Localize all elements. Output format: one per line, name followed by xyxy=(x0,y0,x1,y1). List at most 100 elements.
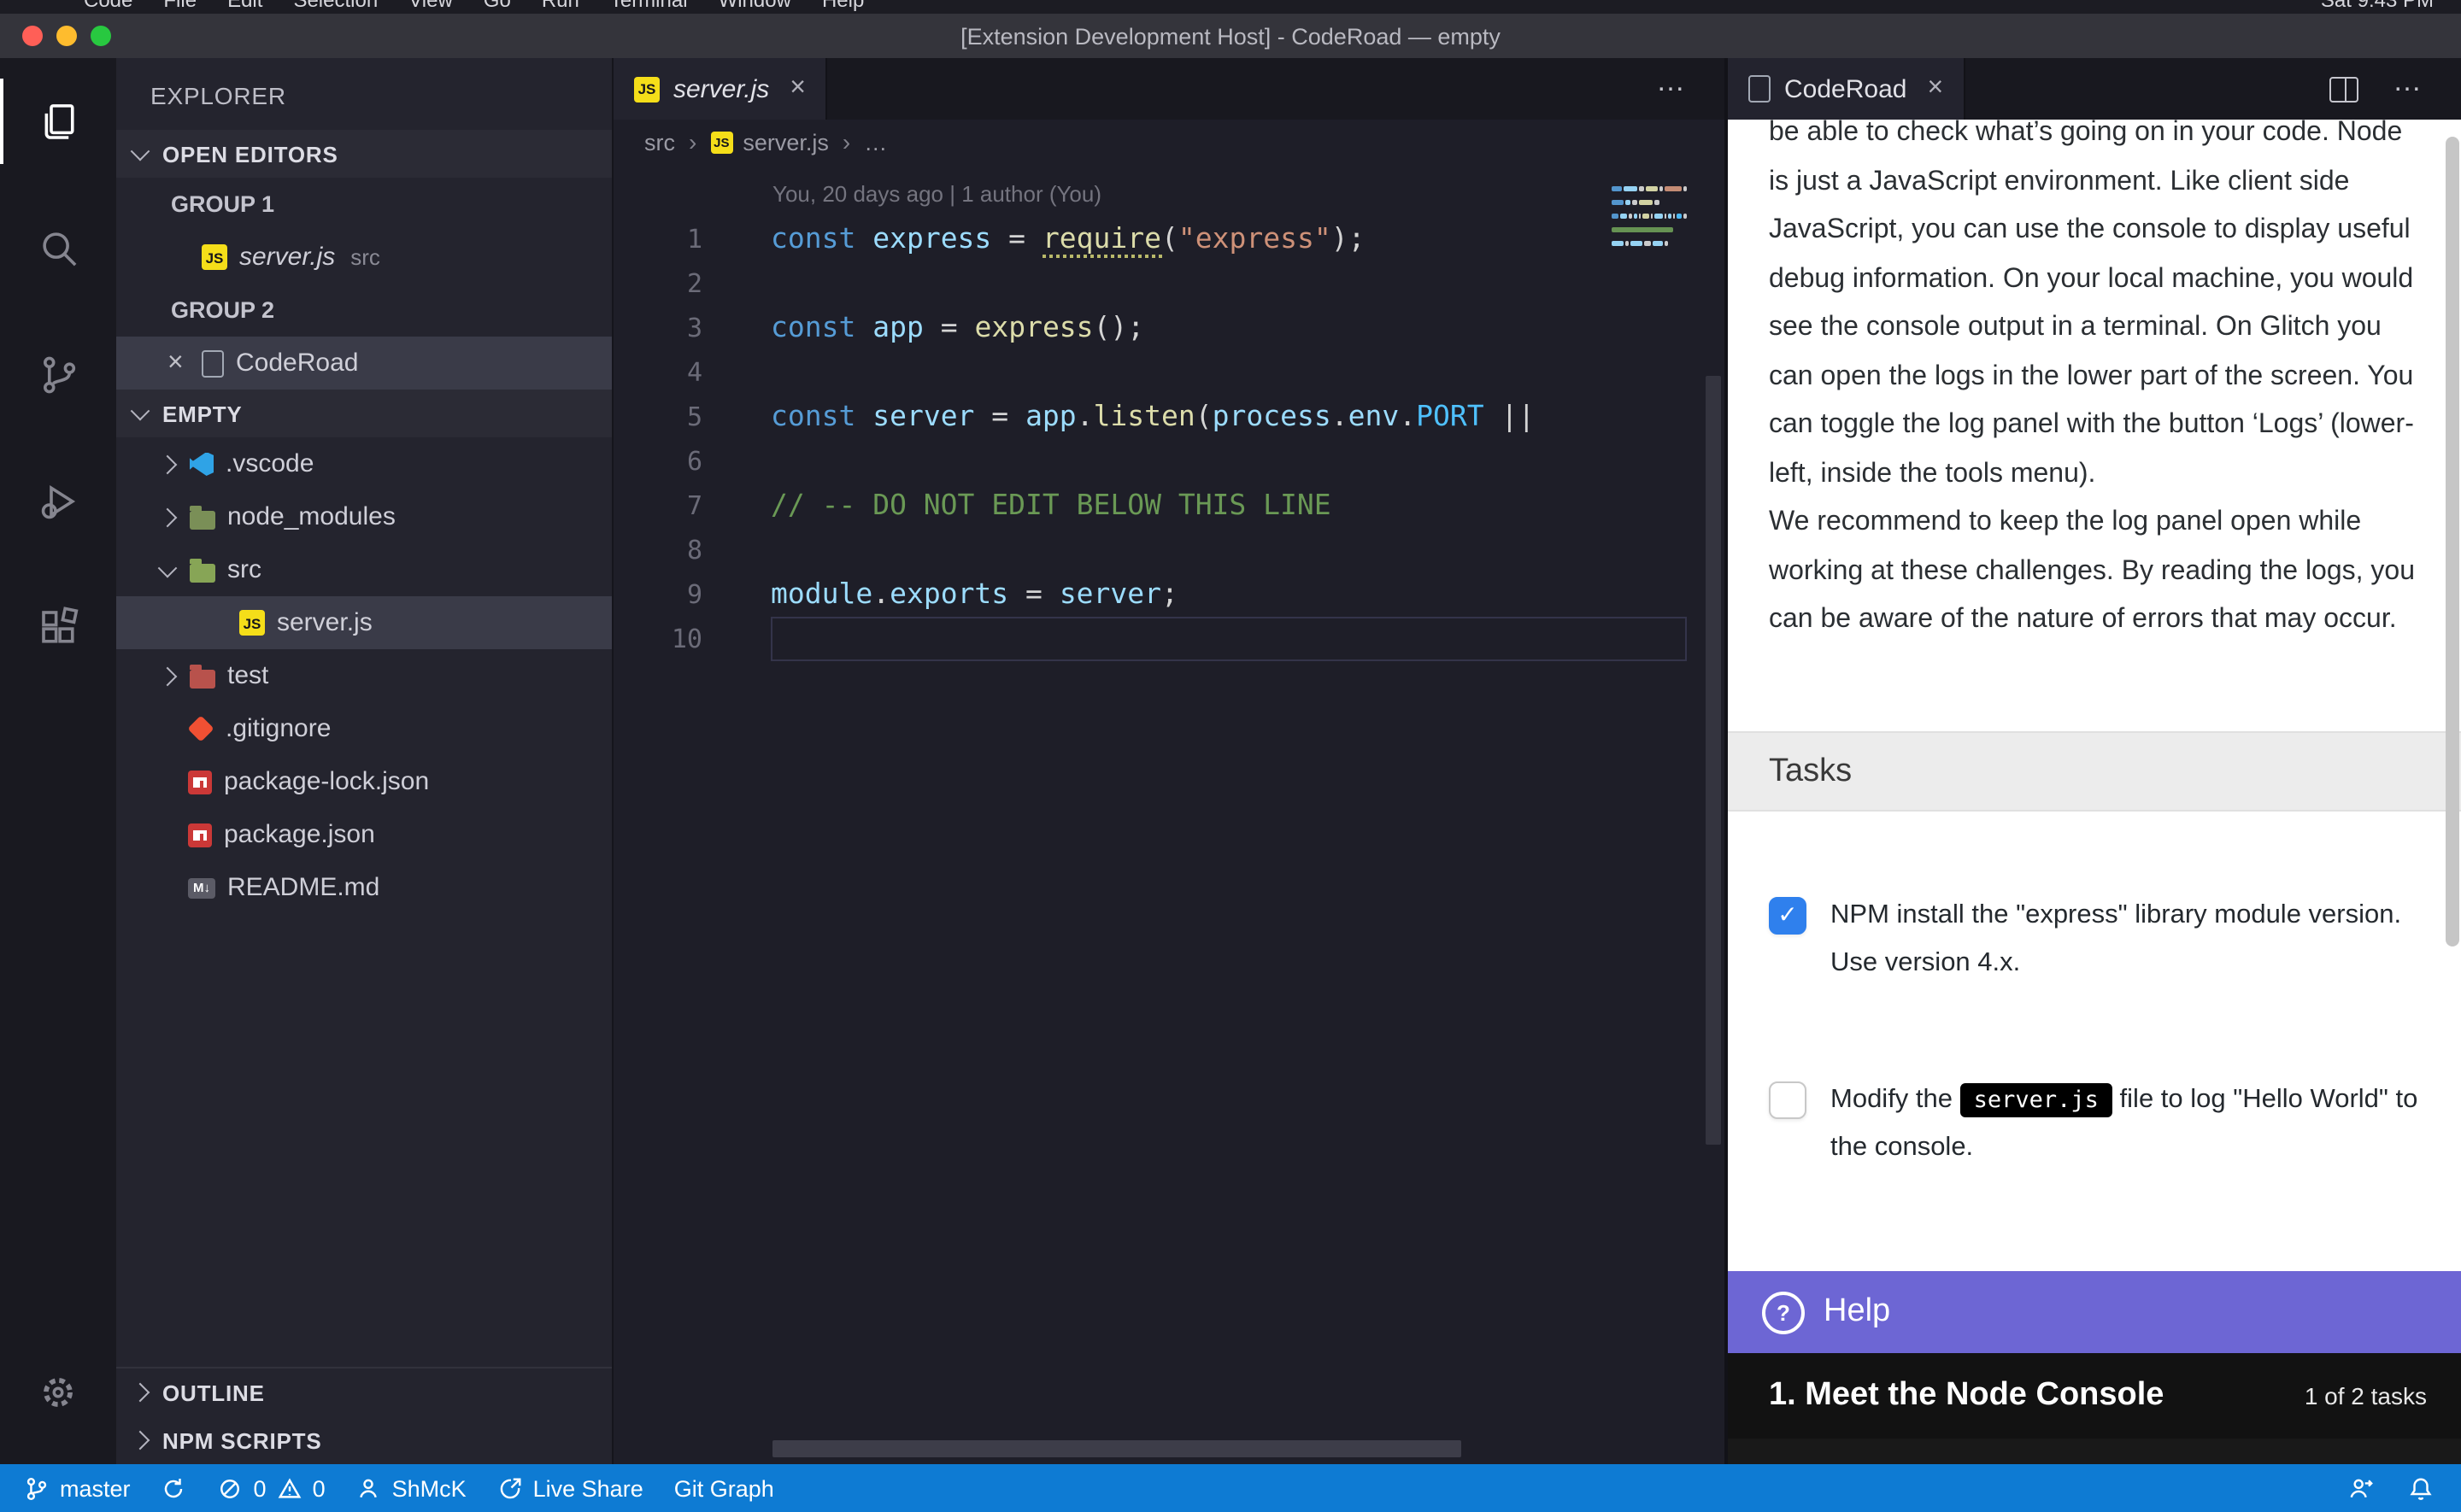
tree-item-label: .gitignore xyxy=(226,714,331,743)
menu-item-run[interactable]: Run xyxy=(526,0,595,12)
tree-item--gitignore[interactable]: .gitignore xyxy=(116,702,612,755)
code-line-8[interactable]: 8 xyxy=(614,528,1724,572)
code-line-1[interactable]: 1const express = require("express"); xyxy=(614,217,1724,261)
folder-test-file-icon xyxy=(190,669,215,688)
breadcrumb-file[interactable]: server.js xyxy=(710,129,829,155)
code-editor[interactable]: You, 20 days ago | 1 author (You) 1const… xyxy=(614,164,1724,1464)
code-line-6[interactable]: 6 xyxy=(614,439,1724,483)
checkbox-checked-icon[interactable] xyxy=(1769,897,1806,935)
outline-section-header[interactable]: OUTLINE xyxy=(116,1368,612,1416)
extensions-activity-button[interactable] xyxy=(0,564,116,690)
close-window-button[interactable] xyxy=(22,26,43,46)
workbench: EXPLORER OPEN EDITORS GROUP 1 server.js … xyxy=(0,58,2461,1464)
code-text xyxy=(771,350,1724,395)
checkbox-unchecked-icon[interactable] xyxy=(1769,1081,1806,1119)
code-line-5[interactable]: 5const server = app.listen(process.env.P… xyxy=(614,395,1724,439)
tree-item-node-modules[interactable]: node_modules xyxy=(116,490,612,543)
chevron-spacer xyxy=(158,720,175,737)
webview-scrollbar[interactable] xyxy=(2446,137,2459,946)
live-share-label: Live Share xyxy=(533,1475,643,1501)
user-status[interactable]: ShMcK xyxy=(356,1475,467,1501)
problems-status[interactable]: 0 0 xyxy=(218,1475,326,1501)
code-line-10[interactable]: 10 xyxy=(614,617,1724,661)
breadcrumb-more[interactable]: … xyxy=(864,129,887,155)
feedback-status[interactable] xyxy=(2348,1475,2374,1501)
line-number: 4 xyxy=(614,357,702,388)
close-tab-icon[interactable] xyxy=(790,73,806,104)
tree-item-label: node_modules xyxy=(227,502,396,531)
tree-item-label: server.js xyxy=(277,608,373,637)
menu-item-code[interactable]: Code xyxy=(68,0,148,12)
code-text xyxy=(771,617,1687,661)
close-tab-icon[interactable] xyxy=(1927,73,1943,104)
line-number: 10 xyxy=(614,624,702,654)
notifications-status[interactable] xyxy=(2408,1475,2434,1501)
code-line-2[interactable]: 2 xyxy=(614,261,1724,306)
menu-item-selection[interactable]: Selection xyxy=(278,0,393,12)
menu-item-window[interactable]: Window xyxy=(703,0,807,12)
run-debug-activity-button[interactable] xyxy=(0,437,116,564)
person-icon xyxy=(356,1475,382,1501)
menu-item-edit[interactable]: Edit xyxy=(212,0,278,12)
explorer-activity-button[interactable] xyxy=(0,58,116,185)
open-editors-section-header[interactable]: OPEN EDITORS xyxy=(116,130,612,178)
minimize-window-button[interactable] xyxy=(56,26,77,46)
npm-scripts-section-header[interactable]: NPM SCRIPTS xyxy=(116,1416,612,1464)
tree-item-package-json[interactable]: package.json xyxy=(116,808,612,861)
close-icon[interactable] xyxy=(167,349,202,377)
code-line-3[interactable]: 3const app = express(); xyxy=(614,306,1724,350)
git-branch-status[interactable]: master xyxy=(24,1475,131,1501)
minimap-line xyxy=(1608,198,1687,205)
tree-item-server-js[interactable]: server.js xyxy=(116,596,612,649)
open-editor-item-serverjs[interactable]: server.js src xyxy=(116,231,612,284)
chevron-right-icon xyxy=(131,1383,150,1403)
sync-status[interactable] xyxy=(162,1475,187,1501)
breadcrumb-file-label: server.js xyxy=(743,129,829,155)
code-line-7[interactable]: 7// -- DO NOT EDIT BELOW THIS LINE xyxy=(614,483,1724,528)
title-bar: [Extension Development Host] - CodeRoad … xyxy=(0,14,2461,58)
tree-item-src[interactable]: src xyxy=(116,543,612,596)
code-text: const server = app.listen(process.env.PO… xyxy=(771,395,1724,439)
git-graph-status[interactable]: Git Graph xyxy=(674,1475,774,1501)
tree-item-package-lock-json[interactable]: package-lock.json xyxy=(116,755,612,808)
minimap[interactable] xyxy=(1608,185,1687,253)
workspace-root-header[interactable]: EMPTY xyxy=(116,390,612,437)
status-bar: master 0 0 ShMcK Live Share Git Graph xyxy=(0,1464,2461,1512)
chevron-down-icon xyxy=(131,401,150,421)
horizontal-scrollbar[interactable] xyxy=(772,1440,1461,1457)
menu-item-view[interactable]: View xyxy=(393,0,468,12)
menu-item-terminal[interactable]: Terminal xyxy=(595,0,703,12)
breadcrumb-folder[interactable]: src xyxy=(644,129,675,155)
open-editors-label: OPEN EDITORS xyxy=(162,141,338,167)
code-line-9[interactable]: 9module.exports = server; xyxy=(614,572,1724,617)
split-editor-icon[interactable] xyxy=(2329,76,2358,102)
minimap-line xyxy=(1608,226,1687,232)
menu-item-file[interactable]: File xyxy=(148,0,212,12)
help-button[interactable]: Help xyxy=(1728,1271,2461,1353)
tree-item-test[interactable]: test xyxy=(116,649,612,702)
activity-bar xyxy=(0,58,116,1464)
panel-bottom-strip xyxy=(1728,1439,2461,1464)
source-control-activity-button[interactable] xyxy=(0,311,116,437)
codelens-annotation[interactable]: You, 20 days ago | 1 author (You) xyxy=(772,181,1724,207)
chevron-right-icon xyxy=(158,454,178,474)
code-line-4[interactable]: 4 xyxy=(614,350,1724,395)
search-activity-button[interactable] xyxy=(0,185,116,311)
menu-item-go[interactable]: Go xyxy=(468,0,526,12)
zoom-window-button[interactable] xyxy=(91,26,111,46)
settings-gear-button[interactable] xyxy=(0,1331,116,1454)
open-editor-label: server.js xyxy=(239,243,335,272)
tab-serverjs[interactable]: server.js xyxy=(614,58,828,120)
menu-items: CodeFileEditSelectionViewGoRunTerminalWi… xyxy=(0,0,879,12)
panel-more-actions-icon[interactable] xyxy=(2393,72,2423,106)
tree-item--vscode[interactable]: .vscode xyxy=(116,437,612,490)
lesson-footer: 1. Meet the Node Console 1 of 2 tasks xyxy=(1728,1353,2461,1439)
menu-item-help[interactable]: Help xyxy=(807,0,879,12)
tab-coderoad[interactable]: CodeRoad xyxy=(1728,58,1965,120)
coderoad-panel: CodeRoad be able to check what’s going o… xyxy=(1728,58,2461,1464)
tree-item-readme-md[interactable]: README.md xyxy=(116,861,612,914)
open-editor-item-coderoad[interactable]: CodeRoad xyxy=(116,337,612,390)
vertical-scrollbar[interactable] xyxy=(1706,376,1721,1145)
live-share-status[interactable]: Live Share xyxy=(497,1475,643,1501)
editor-more-actions-icon[interactable] xyxy=(1656,72,1687,106)
